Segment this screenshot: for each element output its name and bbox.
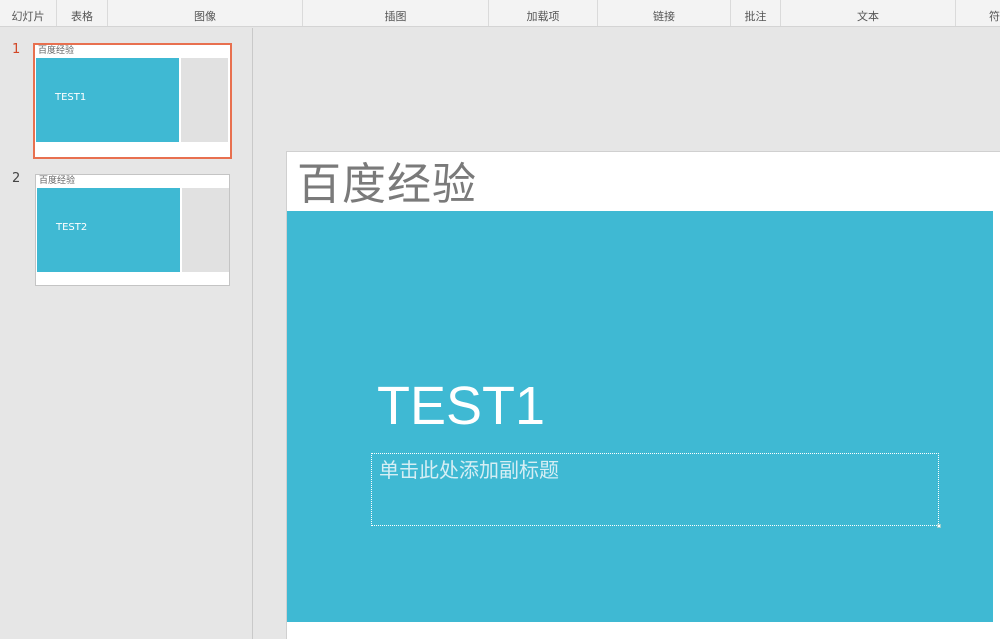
- ribbon-group-symbols[interactable]: 符: [956, 0, 1000, 26]
- ribbon-group-label: 图像: [194, 10, 216, 23]
- thumbnail-side-block: [181, 58, 228, 142]
- ribbon-group-addins[interactable]: 加载项: [489, 0, 598, 26]
- ribbon-group-label: 表格: [71, 10, 93, 23]
- ribbon-group-images[interactable]: 图像: [108, 0, 303, 26]
- ribbon-group-label: 加载项: [526, 10, 560, 23]
- slide-main-title[interactable]: TEST1: [377, 374, 545, 438]
- ribbon-group-label: 插图: [384, 10, 407, 23]
- thumbnail-text: TEST1: [55, 92, 87, 103]
- slide-thumbnail-pane[interactable]: 1 百度经验 TEST1 2 百度经验 TEST2: [0, 28, 253, 639]
- slide-number: 1: [12, 42, 21, 57]
- ribbon-group-label: 批注: [744, 10, 767, 23]
- thumbnail-text: TEST2: [56, 222, 88, 233]
- slide-thumbnail-2[interactable]: 百度经验 TEST2: [35, 174, 230, 286]
- slide-title-text[interactable]: 百度经验: [297, 157, 477, 213]
- ribbon: 幻灯片 表格 图像 插图 加载项 链接 批注 文本 符: [0, 0, 1000, 27]
- ribbon-group-text[interactable]: 文本: [781, 0, 956, 26]
- ribbon-group-illustrations[interactable]: 插图: [303, 0, 489, 26]
- ribbon-group-label: 文本: [857, 10, 879, 23]
- ribbon-group-links[interactable]: 链接: [598, 0, 731, 26]
- thumbnail-title: 百度经验: [38, 46, 75, 56]
- ribbon-group-comments[interactable]: 批注: [731, 0, 781, 26]
- ribbon-group-label: 符: [989, 10, 1000, 23]
- thumbnail-title: 百度经验: [39, 176, 76, 186]
- resize-handle[interactable]: [937, 524, 941, 528]
- subtitle-placeholder-box[interactable]: 单击此处添加副标题: [371, 453, 941, 528]
- slide-canvas[interactable]: 百度经验 TEST1 单击此处添加副标题: [286, 151, 1000, 639]
- slide-thumbnail-1[interactable]: 百度经验 TEST1: [33, 43, 232, 159]
- thumbnail-side-block: [182, 188, 229, 272]
- slide-number: 2: [12, 171, 21, 186]
- ribbon-group-label: 链接: [653, 10, 675, 23]
- ribbon-group-label: 幻灯片: [11, 10, 45, 23]
- ribbon-group-slides[interactable]: 幻灯片: [0, 0, 57, 26]
- subtitle-placeholder-text: 单击此处添加副标题: [379, 458, 559, 482]
- ribbon-group-tables[interactable]: 表格: [57, 0, 108, 26]
